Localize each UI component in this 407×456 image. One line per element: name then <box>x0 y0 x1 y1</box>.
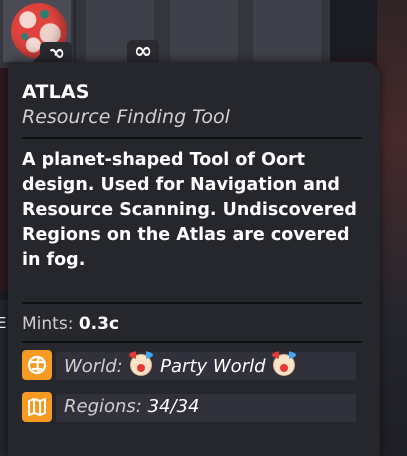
inventory-slot-3[interactable] <box>170 0 238 62</box>
regions-value: 34/34 <box>147 396 200 417</box>
inventory-slot-4[interactable] <box>253 0 321 62</box>
mints-line: Mints: 0.3c <box>22 314 119 334</box>
background-right-edge <box>377 0 407 456</box>
map-icon <box>22 392 52 422</box>
mints-value: 0.3c <box>78 314 120 334</box>
regions-text: Regions: 34/34 <box>64 396 199 417</box>
item-title: ATLAS <box>22 81 90 103</box>
item-description: A planet-shaped Tool of Oort design. Use… <box>22 150 357 270</box>
mints-label: Mints: <box>22 314 74 334</box>
side-label: E <box>0 314 7 332</box>
clown-face-icon <box>272 351 297 376</box>
item-tooltip: ATLAS Resource Finding Tool A planet-sha… <box>8 62 380 456</box>
world-value: Party World <box>160 356 266 377</box>
regions-label: Regions: <box>64 396 142 417</box>
world-label: World: <box>64 356 123 377</box>
clown-face-icon <box>129 351 154 376</box>
world-icon <box>22 350 52 380</box>
divider <box>22 302 362 304</box>
divider <box>22 341 362 343</box>
divider <box>22 137 362 139</box>
world-text: World: Party World <box>64 351 297 377</box>
item-subtitle: Resource Finding Tool <box>22 106 230 128</box>
slot-separator <box>73 0 76 62</box>
